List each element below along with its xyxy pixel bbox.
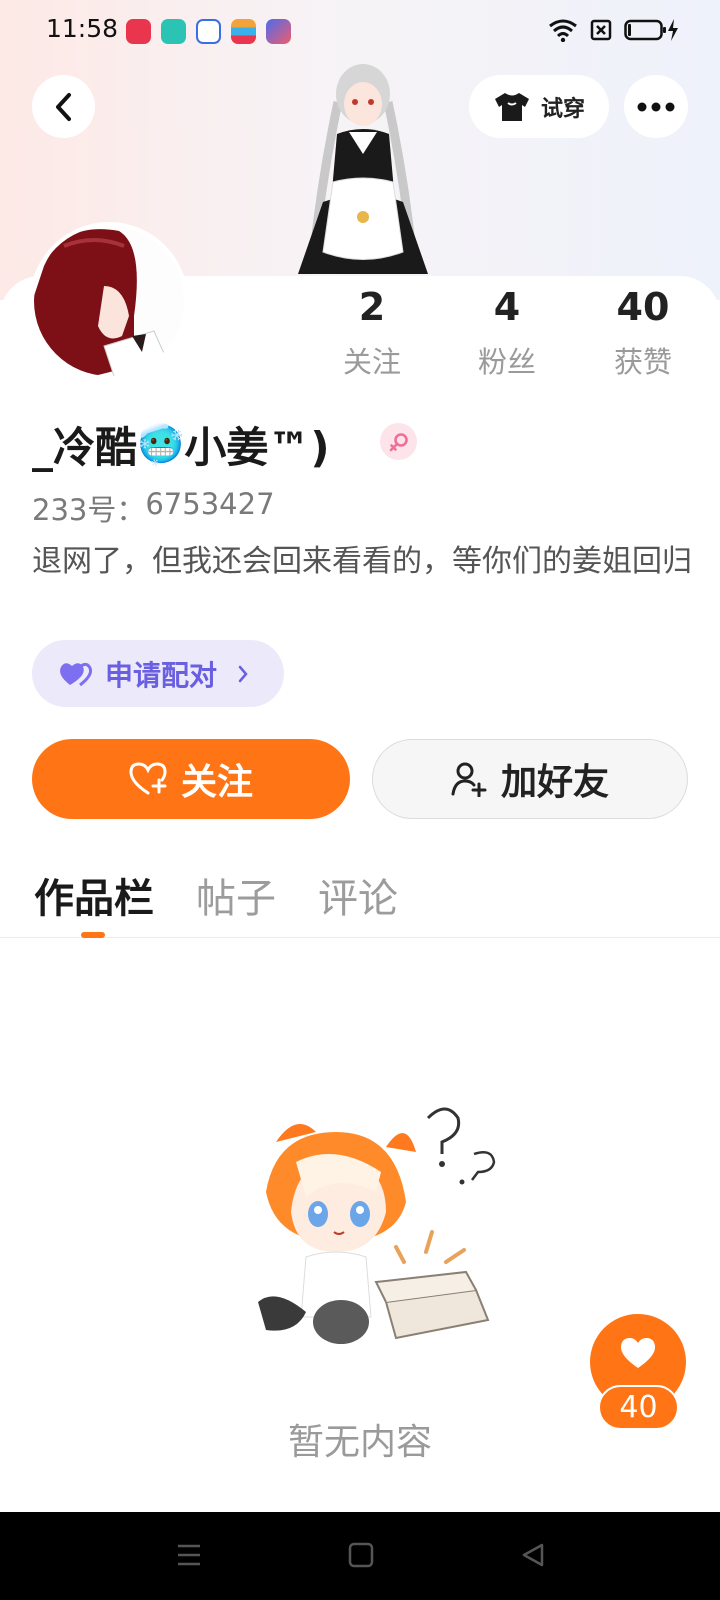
back-button[interactable] [32, 75, 95, 138]
add-friend-label: 加好友 [500, 762, 609, 803]
chevron-left-icon [55, 92, 71, 121]
follow-button[interactable]: 关注 [32, 739, 350, 819]
double-heart-icon [60, 662, 92, 686]
character-outfit-image[interactable] [283, 62, 443, 278]
nickname-part-2: 小姜™) [184, 423, 330, 472]
heart-icon [620, 1338, 656, 1368]
video-app-icon [126, 19, 151, 44]
status-bar: 11:58 [0, 0, 720, 62]
stat-likes-label: 获赞 [613, 345, 672, 379]
tab-comments[interactable]: 评论 [318, 866, 398, 924]
try-on-label: 试穿 [540, 96, 585, 122]
sim-off-icon [590, 19, 612, 41]
more-dots-icon [637, 102, 675, 111]
user-id-value: 6753427 [145, 487, 275, 521]
back-nav-icon[interactable] [520, 1542, 546, 1568]
avatar-image [34, 226, 184, 376]
nickname: _冷酷 🥶 小姜™) [32, 414, 330, 475]
try-on-button[interactable]: 试穿 [469, 75, 609, 138]
card-app-icon [231, 19, 256, 44]
stat-likes-count: 40 [616, 285, 670, 329]
launcher-app-icon [266, 19, 291, 44]
apply-pair-button[interactable]: 申请配对 [32, 640, 284, 707]
menu-icon[interactable] [176, 1542, 202, 1568]
baidu-icon [196, 19, 221, 44]
nickname-part-1: _冷酷 [32, 423, 138, 472]
female-gender-icon [380, 423, 417, 460]
tab-posts[interactable]: 帖子 [196, 866, 276, 924]
home-icon[interactable] [348, 1542, 374, 1568]
stat-following-count: 2 [358, 285, 386, 329]
user-id-label: 233号： [32, 493, 146, 527]
avatar[interactable] [30, 222, 188, 380]
freezing-face-emoji: 🥶 [137, 422, 185, 466]
status-app-icons [126, 19, 291, 44]
status-indicators [548, 18, 680, 42]
like-count-badge: 40 [598, 1385, 679, 1430]
status-time: 11:58 [46, 14, 119, 43]
empty-state-illustration [258, 1107, 496, 1344]
bio: 退网了，但我还会回来看看的，等你们的姜姐回归 [32, 544, 692, 579]
system-navigation-bar [0, 1512, 720, 1600]
tab-works[interactable]: 作品栏 [34, 866, 154, 924]
content-tabs: 作品栏 帖子 评论 [0, 866, 720, 938]
add-friend-button[interactable]: 加好友 [372, 739, 688, 819]
tab-active-indicator [81, 932, 105, 938]
chat-app-icon [161, 19, 186, 44]
follow-label: 关注 [180, 762, 253, 803]
user-id: 233号： 6753427 [32, 487, 275, 529]
stat-followers-count: 4 [493, 285, 521, 329]
stat-following-label: 关注 [342, 345, 401, 379]
heart-plus-icon [129, 762, 167, 795]
more-button[interactable] [624, 75, 688, 138]
wifi-icon [549, 19, 577, 42]
stat-following[interactable]: 2 关注 [312, 285, 432, 381]
stat-followers-label: 粉丝 [477, 345, 536, 379]
stat-followers[interactable]: 4 粉丝 [447, 285, 567, 381]
tshirt-icon [494, 92, 529, 121]
stat-likes[interactable]: 40 获赞 [583, 285, 703, 381]
battery-icon [624, 19, 678, 41]
add-user-icon [451, 762, 487, 797]
chevron-right-icon [238, 665, 248, 682]
apply-pair-label: 申请配对 [105, 658, 218, 692]
